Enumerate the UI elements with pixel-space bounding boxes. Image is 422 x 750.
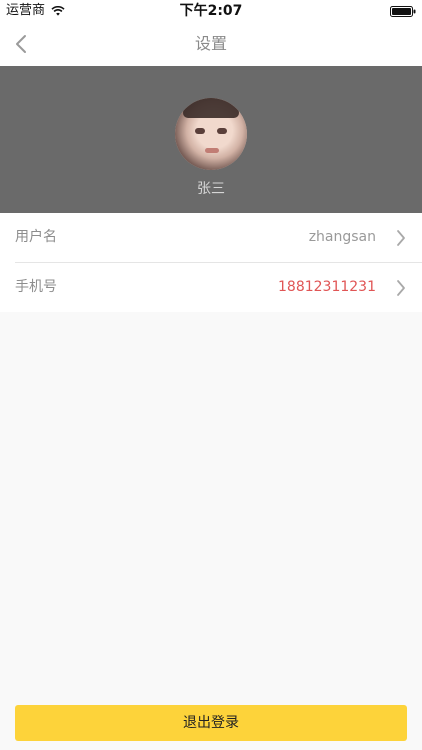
page-title: 设置: [194, 34, 227, 53]
chevron-right-icon: [397, 230, 405, 246]
nav-bar: 设置: [0, 22, 422, 66]
settings-list: 用户名 zhangsan 手机号 18812311231: [0, 213, 422, 312]
phone-label: 手机号: [15, 279, 57, 295]
logout-button[interactable]: 退出登录: [15, 705, 407, 741]
phone-value: 18812311231: [278, 279, 376, 295]
username-label: 用户名: [15, 229, 57, 245]
profile-name: 张三: [197, 181, 225, 197]
status-time: 下午2:07: [179, 3, 243, 19]
battery-icon: [390, 6, 416, 17]
username-value: zhangsan: [308, 229, 376, 245]
settings-row-username[interactable]: 用户名 zhangsan: [0, 213, 422, 262]
profile-header: 张三: [0, 66, 422, 213]
status-bar: 运营商 下午2:07: [0, 0, 422, 22]
avatar[interactable]: [175, 98, 247, 170]
settings-row-phone[interactable]: 手机号 18812311231: [15, 262, 422, 312]
chevron-right-icon: [397, 280, 405, 296]
